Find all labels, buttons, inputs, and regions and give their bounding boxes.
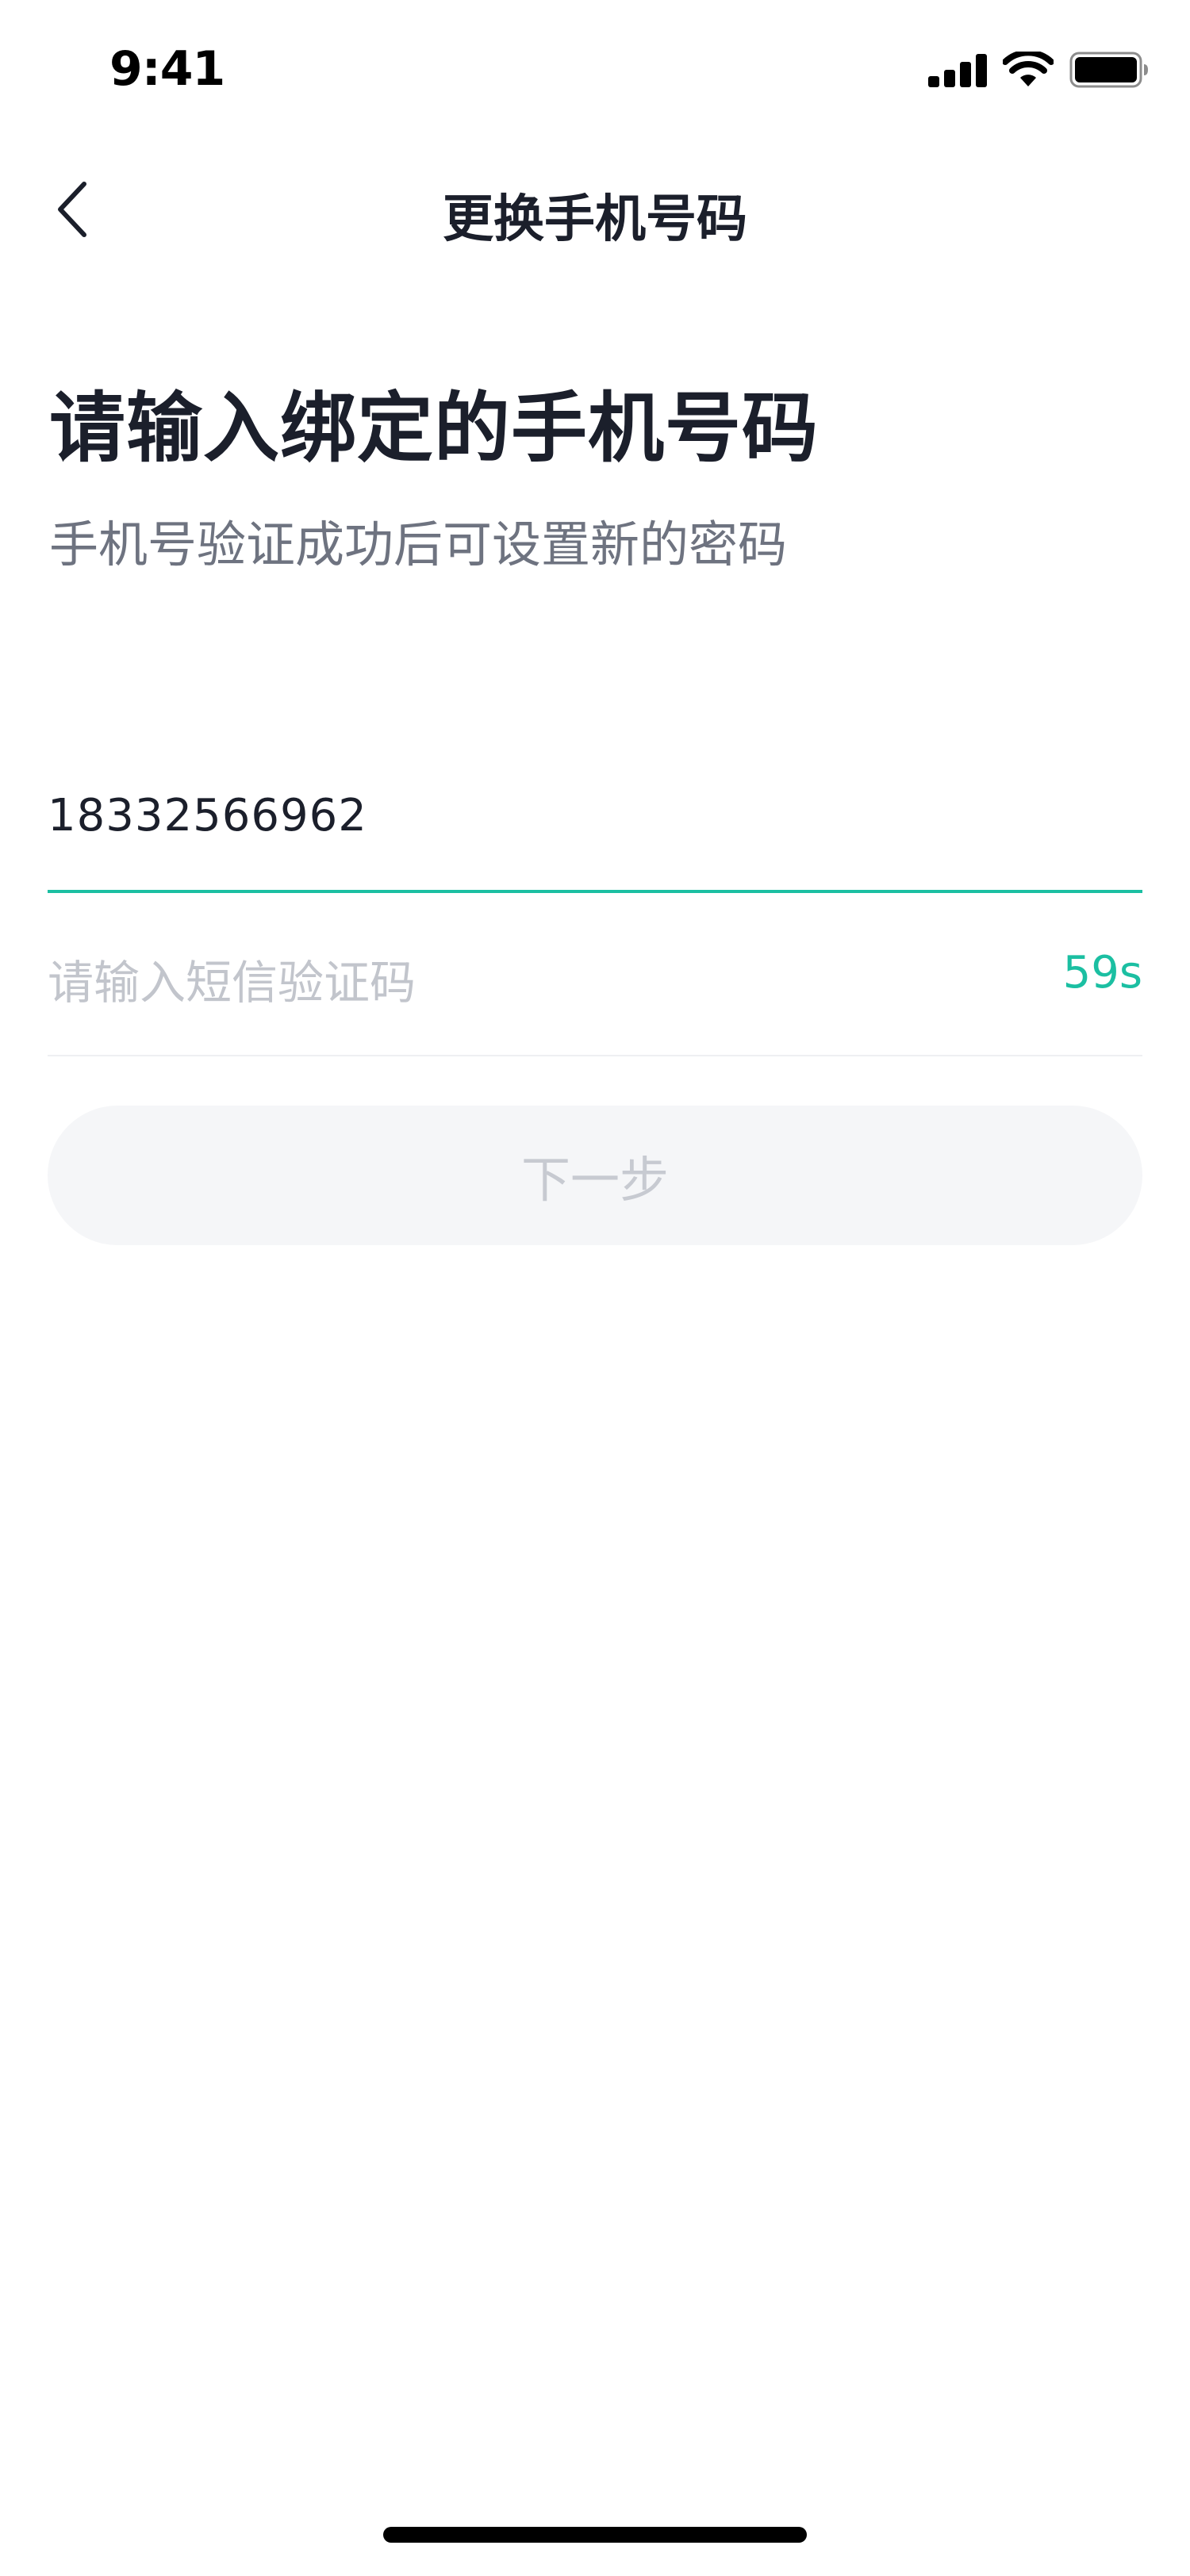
battery-icon: [1069, 52, 1148, 88]
sms-code-placeholder: 请输入短信验证码: [48, 956, 416, 1010]
status-bar: 9:41: [0, 0, 1190, 143]
nav-bar: 更换手机号码: [0, 143, 1190, 278]
resend-countdown[interactable]: 59s: [1063, 947, 1142, 999]
page-title: 更换手机号码: [443, 190, 747, 249]
page-heading: 请输入绑定的手机号码: [49, 384, 819, 473]
signal-icon: [928, 54, 987, 87]
phone-number-value: 18332566962: [48, 790, 367, 841]
home-indicator[interactable]: [383, 2527, 807, 2543]
sms-code-input[interactable]: 请输入短信验证码 59s: [48, 893, 1142, 1056]
status-icons: [928, 49, 1149, 90]
next-step-button[interactable]: 下一步: [48, 1106, 1142, 1245]
wifi-icon: [1003, 52, 1054, 86]
phone-number-input[interactable]: 18332566962: [48, 761, 1142, 893]
page-subheading: 手机号验证成功后可设置新的密码: [49, 516, 788, 573]
status-time: 9:41: [109, 41, 225, 97]
